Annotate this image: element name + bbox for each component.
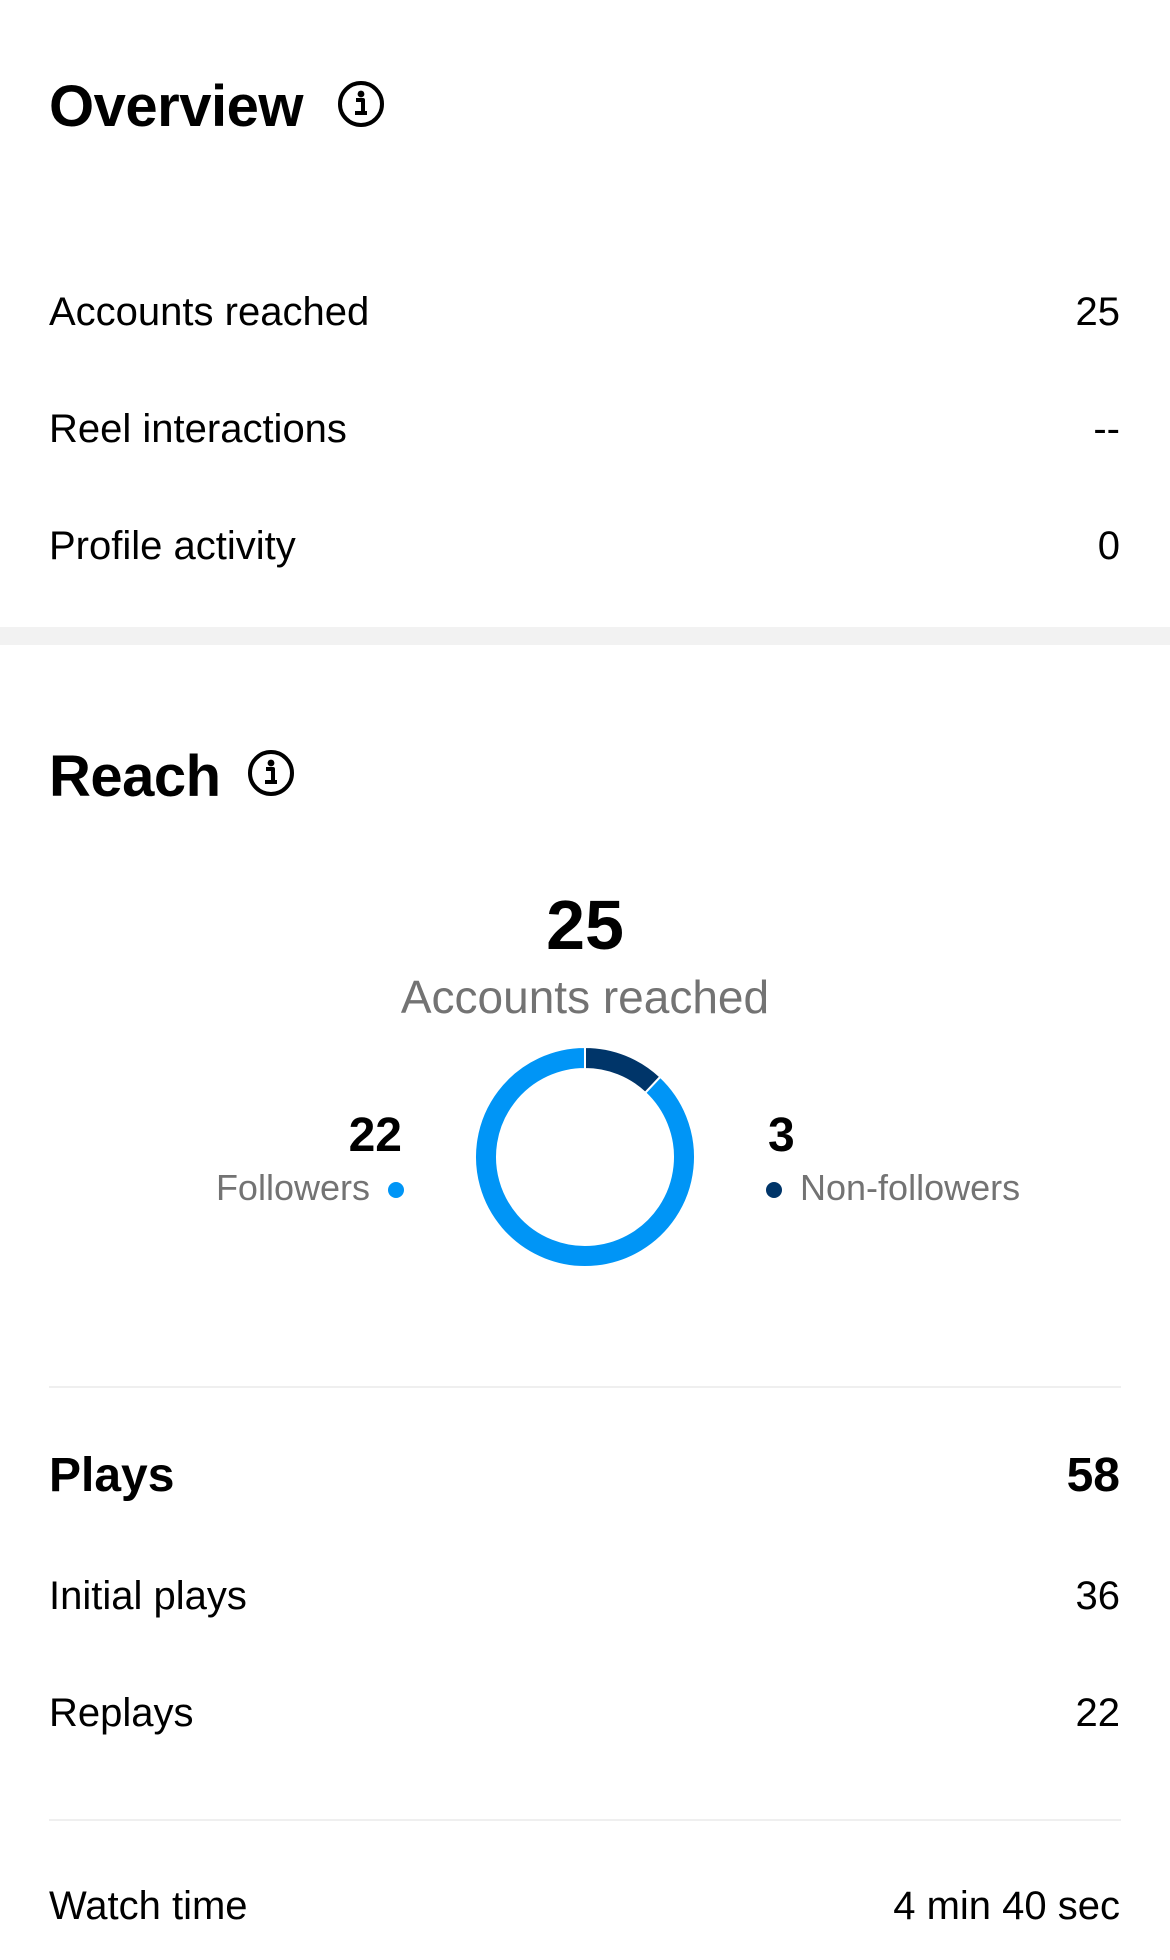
reach-donut-chart [474, 1045, 696, 1268]
non-followers-dot [766, 1182, 782, 1199]
reel-interactions-value: -- [1093, 407, 1120, 451]
plays-value: 58 [1066, 1449, 1120, 1502]
followers-label: Followers [215, 1167, 370, 1208]
non-followers-count: 3 [768, 1109, 795, 1162]
replays-label: Replays [49, 1691, 194, 1735]
reach-total-label: Accounts reached [400, 971, 770, 1023]
info-circle-icon[interactable] [246, 748, 296, 798]
initial-plays-label: Initial plays [49, 1574, 247, 1618]
accounts-reached-label: Accounts reached [49, 290, 370, 334]
section-divider [0, 627, 1170, 645]
donut-slice-followers [474, 1045, 696, 1268]
non-followers-label: Non-followers [800, 1167, 1021, 1208]
overview-title: Overview [49, 74, 303, 139]
non-followers-legend: Non-followers [766, 1170, 1020, 1206]
plays-title: Plays [49, 1449, 175, 1502]
followers-legend: Followers [216, 1170, 404, 1206]
divider [49, 1386, 1121, 1388]
reach-title: Reach [49, 744, 221, 809]
info-circle-icon[interactable] [336, 79, 386, 129]
divider [49, 1819, 1121, 1821]
watch-time-value: 4 min 40 sec [893, 1884, 1120, 1928]
donut-slice-non-followers [584, 1045, 662, 1095]
reel-interactions-label: Reel interactions [49, 407, 347, 451]
replays-value: 22 [1075, 1691, 1121, 1735]
accounts-reached-value: 25 [1075, 290, 1121, 334]
initial-plays-value: 36 [1075, 1574, 1121, 1618]
watch-time-label: Watch time [49, 1884, 248, 1928]
reach-total: 25 [546, 886, 624, 964]
followers-count: 22 [348, 1109, 402, 1162]
profile-activity-label: Profile activity [49, 524, 296, 568]
profile-activity-value: 0 [1097, 524, 1120, 568]
followers-dot [388, 1182, 404, 1199]
